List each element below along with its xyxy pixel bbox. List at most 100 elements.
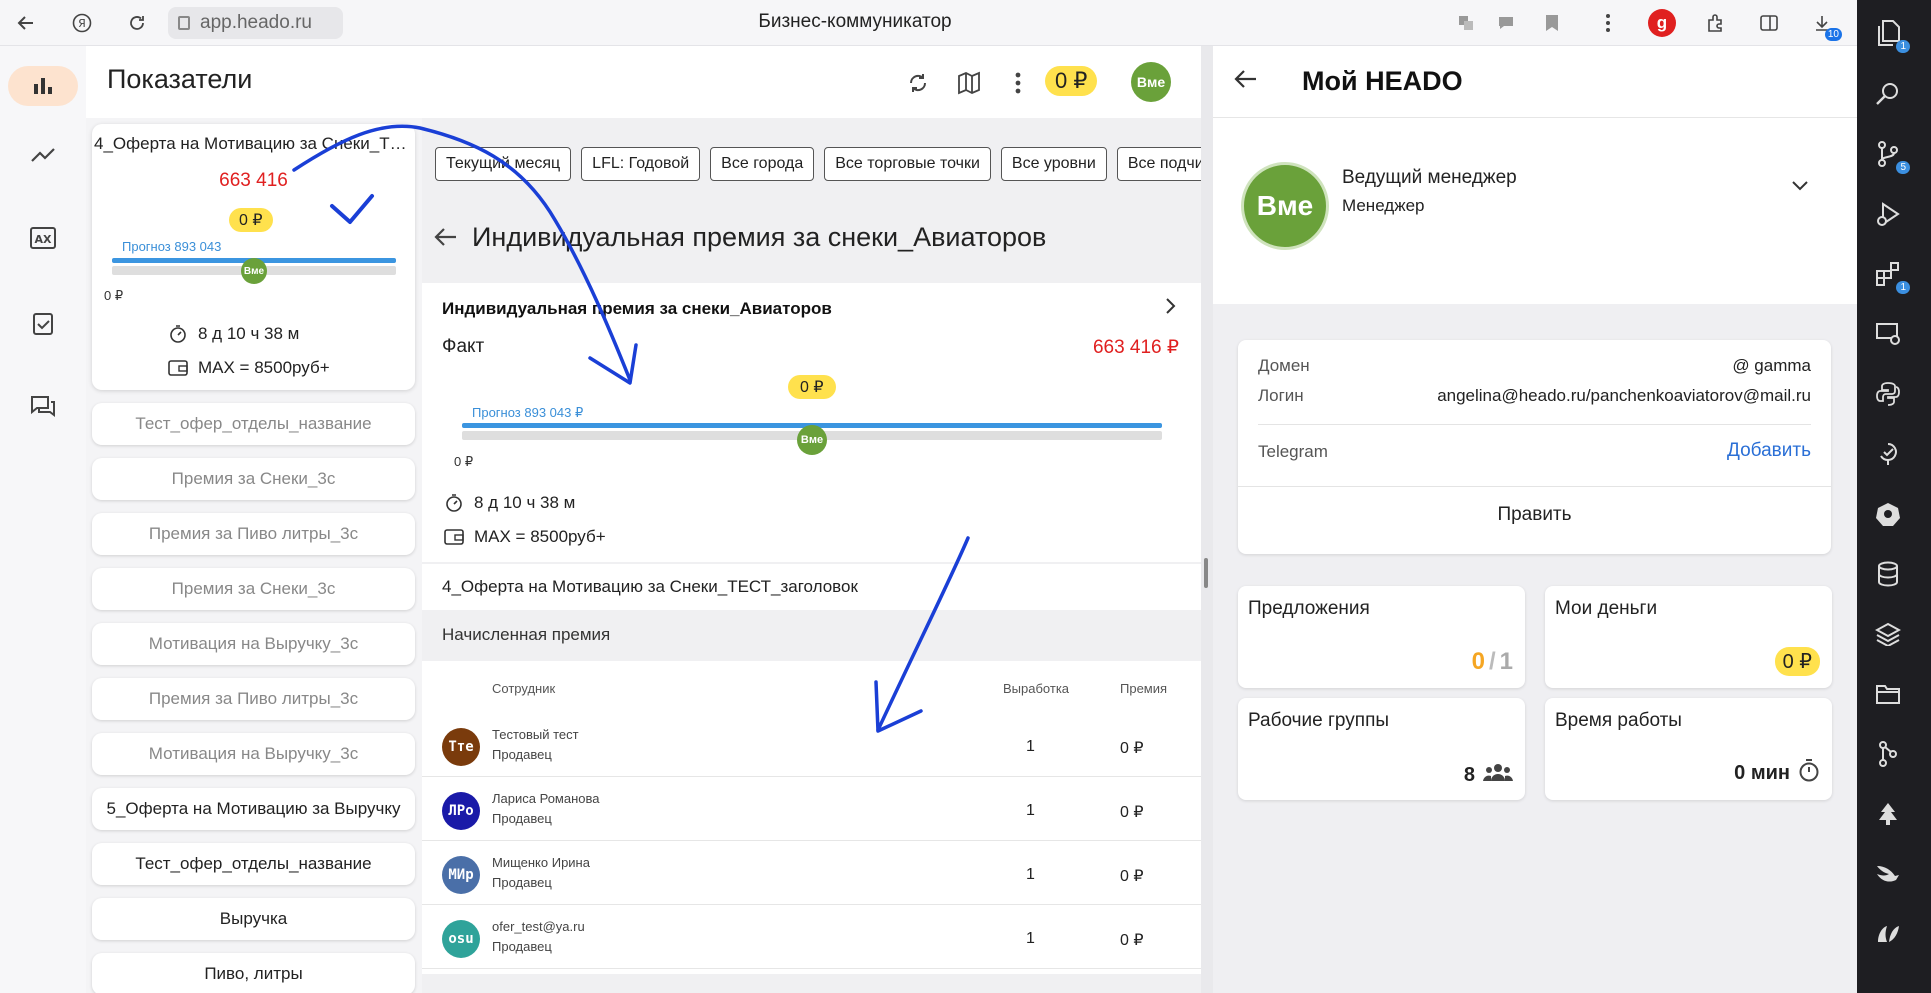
indicator-list-item[interactable]: Мотивация на Выручку_3с — [92, 623, 415, 665]
telegram-add-link[interactable]: Добавить — [1727, 440, 1811, 462]
back-arrow-icon[interactable] — [1234, 66, 1258, 97]
testing-icon[interactable] — [1870, 436, 1906, 472]
filter-chip[interactable]: Все подчиненные — [1116, 147, 1201, 181]
filter-chip[interactable]: LFL: Годовой — [581, 147, 701, 181]
bookmark-icon[interactable] — [1538, 9, 1566, 37]
edit-button[interactable]: Править — [1238, 504, 1831, 526]
indicator-list-item[interactable]: Тест_офер_отделы_название — [92, 843, 415, 885]
my-heado-title: Мой HEADO — [1302, 66, 1463, 96]
domain-value: @ gamma — [1732, 356, 1811, 375]
table-row[interactable]: ЛРо Лариса Романова Продавец 1 0 ₽ — [422, 777, 1201, 841]
refresh-icon[interactable] — [903, 68, 933, 98]
kubernetes-icon[interactable] — [1870, 496, 1906, 532]
translate-icon[interactable] — [1452, 9, 1480, 37]
stopwatch-icon — [1798, 758, 1820, 788]
back-arrow-icon[interactable] — [434, 226, 458, 255]
ax-icon[interactable]: AX — [28, 223, 58, 253]
wallet-icon — [444, 527, 464, 547]
clipboard-check-icon[interactable] — [28, 308, 58, 338]
indicator-list-item[interactable]: Премия за Пиво литры_3с — [92, 513, 415, 555]
layers-icon[interactable] — [1870, 616, 1906, 652]
indicator-card-bonus: 0 ₽ — [229, 208, 273, 232]
user-avatar[interactable]: Вме — [1131, 62, 1171, 102]
indicator-list-item[interactable]: Пиво, литры — [92, 953, 415, 993]
python-icon[interactable] — [1870, 376, 1906, 412]
indicator-card-value: 663 416 — [219, 170, 288, 191]
nav-metrics[interactable] — [8, 66, 78, 106]
trend-up-icon[interactable] — [28, 140, 58, 170]
fact-value: 663 416 ₽ — [1092, 337, 1179, 358]
time-value: 0 мин — [1734, 761, 1790, 784]
forecast-label: Прогноз 893 043 ₽ — [472, 405, 584, 420]
employee-avatar: МИр — [442, 856, 480, 894]
balance-badge[interactable]: 0 ₽ — [1045, 66, 1098, 96]
filter-chip[interactable]: Все уровни — [1000, 147, 1107, 181]
run-debug-icon[interactable] — [1870, 196, 1906, 232]
leaf-icon[interactable] — [1870, 916, 1906, 952]
folder-icon[interactable] — [1870, 676, 1906, 712]
groups-value: 8 — [1463, 763, 1475, 786]
table-row[interactable]: osu ofer_test@ya.ru Продавец 1 0 ₽ — [422, 905, 1201, 969]
indicator-card-title: 4_Оферта на Мотивацию за Снеки_ТЕСТ_заго… — [94, 134, 415, 153]
profile-avatar: Вме — [1241, 162, 1329, 250]
groups-title: Рабочие группы — [1248, 710, 1390, 731]
indicator-card-max: MAX = 8500руб+ — [198, 358, 330, 377]
table-row[interactable]: МИр Мищенко Ирина Продавец 1 0 ₽ — [422, 841, 1201, 905]
more-vertical-icon[interactable] — [1003, 68, 1033, 98]
browser-toolbar: Я app.heado.ru Бизнес-коммуникатор g 10 — [0, 0, 1857, 46]
employee-name: Лариса Романова — [492, 791, 600, 806]
tree-icon[interactable] — [1870, 796, 1906, 832]
chevron-right-icon[interactable] — [1165, 295, 1177, 321]
download-icon[interactable]: 10 — [1808, 9, 1842, 41]
timer-text: 8 д 10 ч 38 м — [474, 493, 576, 512]
offer-row[interactable]: 4_Оферта на Мотивацию за Снеки_ТЕСТ_заго… — [422, 564, 1201, 610]
indicator-card-zero: 0 ₽ — [104, 288, 124, 303]
indicator-list-item[interactable]: Премия за Снеки_3с — [92, 458, 415, 500]
puzzle-extensions-icon[interactable] — [1702, 9, 1730, 37]
indicator-list-item[interactable]: Мотивация на Выручку_3с — [92, 733, 415, 775]
bonus-detail-card: Индивидуальная премия за снеки_Авиаторов… — [422, 283, 1201, 562]
divider — [1238, 486, 1831, 487]
indicator-card-selected[interactable]: 4_Оферта на Мотивацию за Снеки_ТЕСТ_заго… — [92, 124, 415, 390]
filter-chip[interactable]: Все города — [710, 147, 815, 181]
employee-bonus: 0 ₽ — [1120, 868, 1144, 885]
map-icon[interactable] — [954, 68, 984, 98]
explorer-files-icon[interactable]: 1 — [1870, 15, 1910, 53]
money-title: Мои деньги — [1555, 598, 1658, 619]
indicator-list-item[interactable]: 5_Оферта на Мотивацию за Выручку — [92, 788, 415, 830]
employee-name: Мищенко Ирина — [492, 855, 590, 870]
my-money-tile[interactable]: Мои деньги 0 ₽ — [1545, 586, 1832, 688]
extensions-icon[interactable]: 1 — [1870, 256, 1910, 294]
indicator-list-item[interactable]: Выручка — [92, 898, 415, 940]
database-icon[interactable] — [1870, 556, 1906, 592]
fact-label: Факт — [442, 336, 485, 357]
resize-handle[interactable] — [1204, 558, 1208, 588]
filter-chip[interactable]: Текущий месяц — [435, 147, 572, 181]
filter-chip[interactable]: Все торговые точки — [824, 147, 991, 181]
search-icon[interactable] — [1870, 76, 1906, 112]
git-graph-icon[interactable] — [1870, 736, 1906, 772]
sidepanel-icon[interactable] — [1755, 9, 1783, 37]
employee-output: 1 — [1026, 866, 1035, 883]
table-row[interactable]: Тте Тестовый тест Продавец 1 0 ₽ — [422, 713, 1201, 777]
chat-icon[interactable] — [1492, 9, 1520, 37]
app-nav-rail: AX — [0, 46, 86, 993]
progress-avatar-marker: Вме — [797, 425, 827, 455]
kebab-menu-icon[interactable] — [1594, 9, 1622, 37]
bird-icon[interactable] — [1870, 856, 1906, 892]
work-groups-tile[interactable]: Рабочие группы 8 — [1238, 698, 1525, 800]
indicator-list-item[interactable]: Тест_офер_отделы_название — [92, 403, 415, 445]
grammarly-icon[interactable]: g — [1648, 9, 1676, 37]
extensions-badge: 1 — [1896, 281, 1910, 294]
indicator-list-item[interactable]: Премия за Пиво литры_3с — [92, 678, 415, 720]
source-control-icon[interactable]: 5 — [1870, 136, 1910, 174]
employees-table: Сотрудник Выработка Премия Тте Тестовый т… — [422, 661, 1201, 974]
account-info-card: Домен @ gamma Логин angelina@heado.ru/pa… — [1238, 340, 1831, 554]
chevron-down-icon[interactable] — [1791, 175, 1809, 198]
remote-explorer-icon[interactable] — [1870, 316, 1906, 352]
indicator-list-item[interactable]: Премия за Снеки_3с — [92, 568, 415, 610]
work-time-tile[interactable]: Время работы 0 мин — [1545, 698, 1832, 800]
offers-tile[interactable]: Предложения 0 / 1 — [1238, 586, 1525, 688]
employee-avatar: ЛРо — [442, 792, 480, 830]
chat-bubbles-icon[interactable] — [28, 392, 58, 422]
